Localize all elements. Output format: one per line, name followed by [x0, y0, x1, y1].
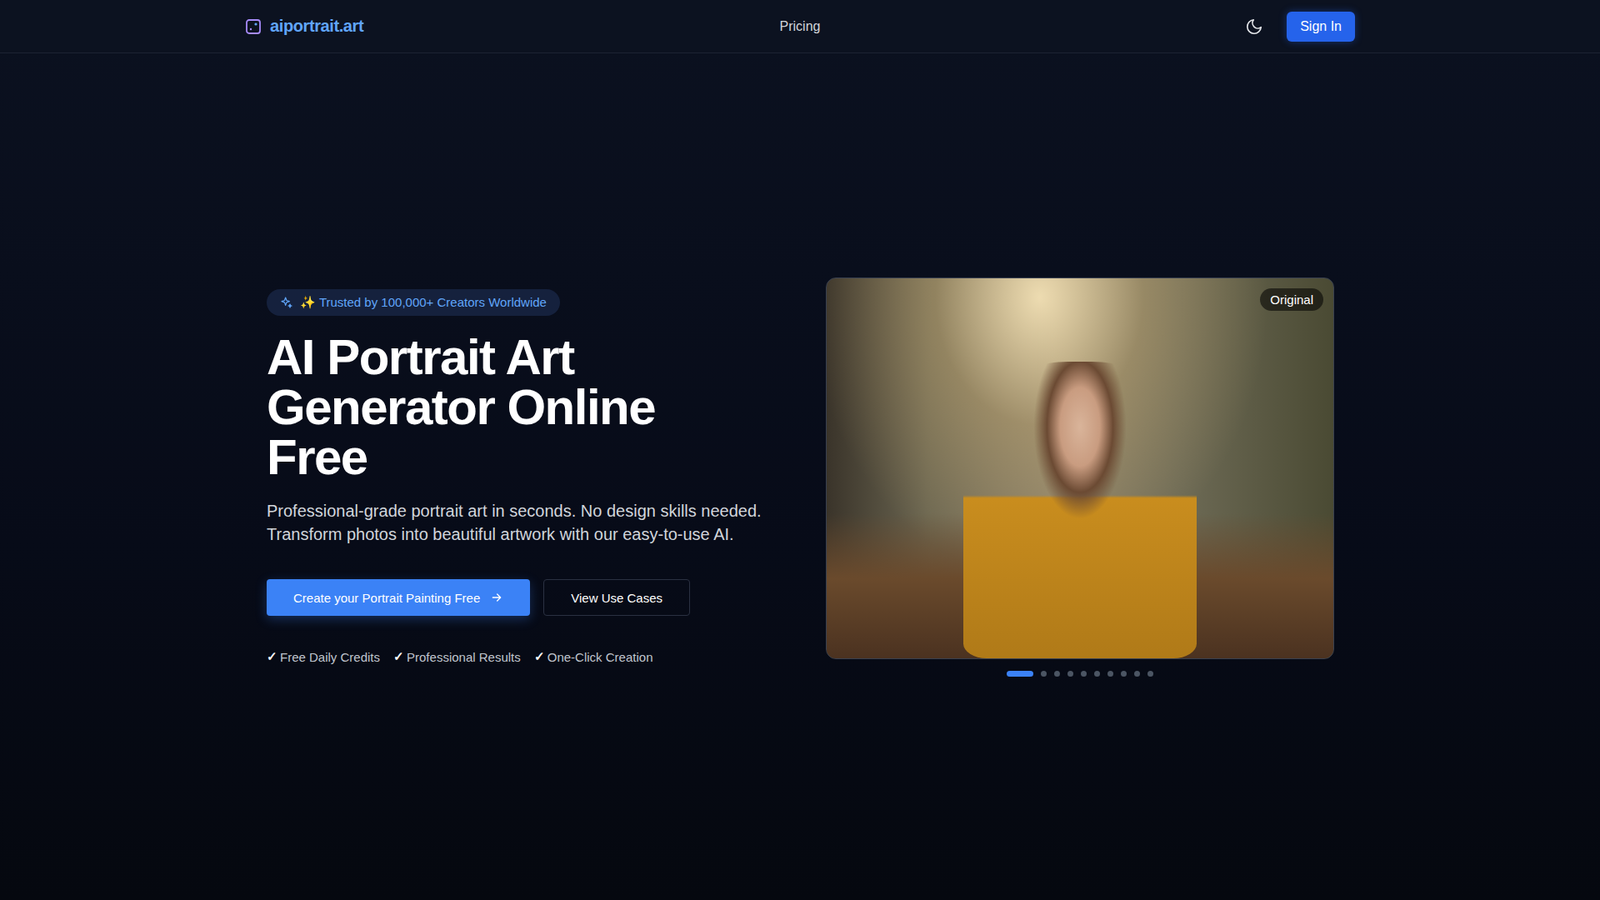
theme-toggle[interactable] — [1241, 14, 1267, 40]
moon-icon — [1245, 17, 1264, 36]
logo-text: aiportrait.art — [270, 16, 364, 36]
carousel-dot[interactable] — [1067, 670, 1074, 677]
hero-title: AI Portrait Art Generator Online Free — [266, 332, 750, 483]
carousel-dot[interactable] — [1107, 670, 1114, 677]
feature-item: ✓Free Daily Credits — [266, 649, 380, 665]
nav: Pricing — [780, 19, 821, 35]
sign-in-button[interactable]: Sign In — [1286, 11, 1355, 42]
hero: ✨ Trusted by 100,000+ Creators Worldwide… — [0, 53, 1600, 900]
carousel-dot[interactable] — [1094, 670, 1100, 677]
carousel-dots — [1006, 670, 1154, 677]
badge-text: ✨ Trusted by 100,000+ Creators Worldwide — [300, 295, 547, 310]
header-actions: Sign In — [1155, 11, 1355, 42]
carousel-dot[interactable] — [1147, 670, 1154, 677]
create-portrait-button[interactable]: Create your Portrait Painting Free — [266, 579, 530, 616]
hero-text: ✨ Trusted by 100,000+ Creators Worldwide… — [266, 289, 774, 665]
image-frame-icon — [245, 18, 262, 35]
showcase: Original — [826, 277, 1334, 677]
sparkles-icon — [280, 295, 294, 310]
page: aiportrait.art Pricing Sign In ✨ Trusted by… — [0, 0, 1600, 900]
carousel-dot[interactable] — [1006, 670, 1034, 677]
check-icon: ✓ — [534, 649, 545, 665]
carousel-dot[interactable] — [1120, 670, 1127, 677]
check-icon: ✓ — [393, 649, 405, 665]
portrait-photo: Original — [825, 277, 1335, 660]
feature-item: ✓One-Click Creation — [534, 649, 654, 665]
carousel-dot[interactable] — [1134, 670, 1140, 677]
hero-buttons: Create your Portrait Painting Free View U… — [266, 579, 690, 616]
header: aiportrait.art Pricing Sign In — [0, 0, 1600, 54]
photo-person — [963, 361, 1197, 659]
view-use-cases-button[interactable]: View Use Cases — [543, 579, 690, 616]
feature-list: ✓Free Daily Credits ✓Professional Results… — [266, 649, 653, 665]
check-icon: ✓ — [266, 649, 278, 665]
logo[interactable]: aiportrait.art — [245, 16, 445, 36]
carousel-dot[interactable] — [1040, 670, 1047, 677]
carousel-dot[interactable] — [1080, 670, 1087, 677]
hero-subtitle: Professional-grade portrait art in secon… — [266, 499, 767, 546]
photo-label: Original — [1260, 288, 1324, 311]
feature-item: ✓Professional Results — [393, 649, 521, 665]
trust-badge: ✨ Trusted by 100,000+ Creators Worldwide — [266, 289, 560, 316]
carousel-dot[interactable] — [1054, 670, 1060, 677]
arrow-right-icon — [490, 590, 504, 605]
nav-link[interactable]: Pricing — [780, 19, 821, 35]
